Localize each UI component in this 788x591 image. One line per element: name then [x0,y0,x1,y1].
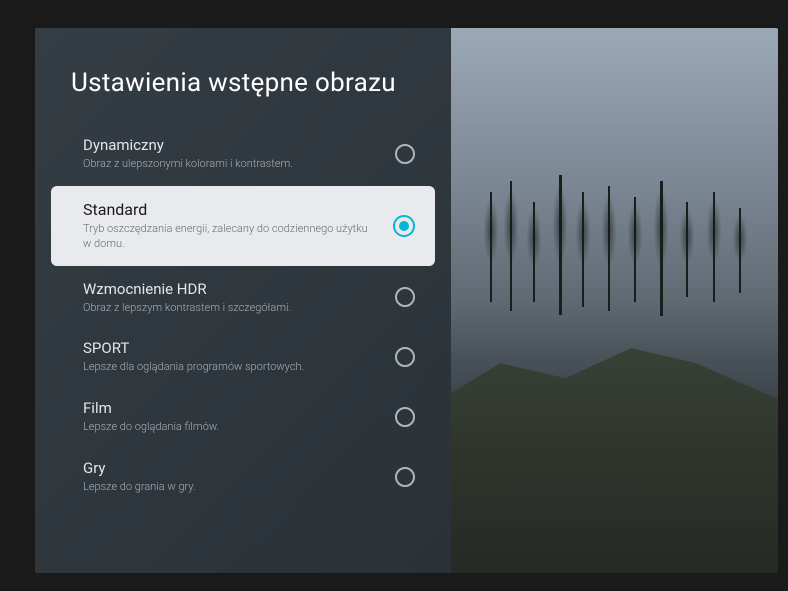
option-description: Lepsze do grania w gry. [83,480,379,495]
preview-tree [634,197,636,302]
preview-tree [686,202,688,297]
option-text: Gry Lepsze do grania w gry. [83,459,395,495]
picture-preset-sport[interactable]: SPORT Lepsze dla oglądania programów spo… [35,327,451,387]
option-text: SPORT Lepsze dla oglądania programów spo… [83,339,395,375]
option-label: Wzmocnienie HDR [83,280,379,298]
option-text: Standard Tryb oszczędzania energii, zale… [83,200,393,252]
preview-tree [713,192,715,302]
option-description: Obraz z lepszym kontrastem i szczegółami… [83,301,379,316]
preview-panel [451,28,778,573]
preview-tree [510,181,512,311]
picture-preset-hdr[interactable]: Wzmocnienie HDR Obraz z lepszym kontrast… [35,268,451,328]
option-text: Wzmocnienie HDR Obraz z lepszym kontrast… [83,280,395,316]
picture-preset-film[interactable]: Film Lepsze do oglądania filmów. [35,387,451,447]
option-label: SPORT [83,339,379,357]
radio-inner-dot [399,221,409,231]
page-title: Ustawienia wstępne obrazu [35,68,451,124]
preview-tree [660,181,663,316]
preview-tree [582,192,584,307]
settings-panel: Ustawienia wstępne obrazu Dynamiczny Obr… [35,28,451,573]
picture-preset-standard[interactable]: Standard Tryb oszczędzania energii, zale… [51,186,435,266]
option-description: Tryb oszczędzania energii, zalecany do c… [83,222,377,252]
preview-image [451,28,778,573]
option-label: Gry [83,459,379,477]
preview-tree [533,202,535,302]
radio-unchecked-icon [395,287,415,307]
preview-hill [451,273,778,573]
picture-preset-game[interactable]: Gry Lepsze do grania w gry. [35,447,451,507]
radio-unchecked-icon [395,144,415,164]
option-label: Standard [83,200,377,219]
preview-tree [490,192,492,302]
tv-screen: Ustawienia wstępne obrazu Dynamiczny Obr… [35,28,778,573]
option-description: Lepsze dla oglądania programów sportowyc… [83,360,379,375]
preview-tree [608,186,610,311]
option-text: Film Lepsze do oglądania filmów. [83,399,395,435]
picture-preset-list: Dynamiczny Obraz z ulepszonymi kolorami … [35,124,451,507]
radio-unchecked-icon [395,407,415,427]
option-description: Lepsze do oglądania filmów. [83,420,379,435]
radio-unchecked-icon [395,347,415,367]
option-description: Obraz z ulepszonymi kolorami i kontraste… [83,157,379,172]
option-label: Film [83,399,379,417]
preview-tree [559,175,562,315]
preview-tree [739,208,741,293]
option-text: Dynamiczny Obraz z ulepszonymi kolorami … [83,136,395,172]
picture-preset-dynamic[interactable]: Dynamiczny Obraz z ulepszonymi kolorami … [35,124,451,184]
radio-unchecked-icon [395,467,415,487]
radio-checked-icon [393,215,415,237]
option-label: Dynamiczny [83,136,379,154]
